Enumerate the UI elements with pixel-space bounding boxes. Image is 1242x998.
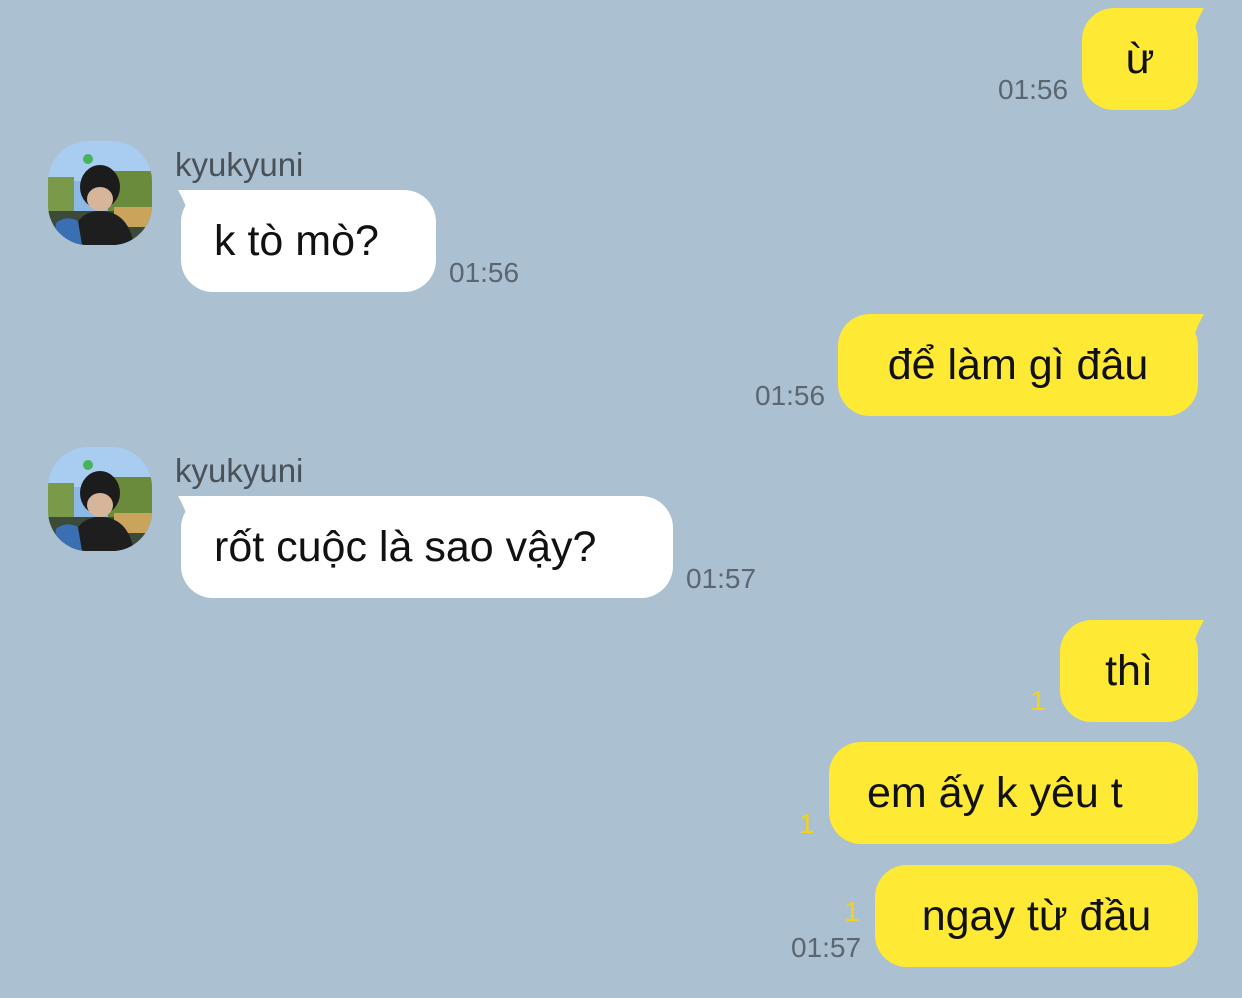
message-timestamp: 01:57	[686, 563, 757, 594]
message-bubble[interactable]: rốt cuộc là sao vậy?	[181, 496, 673, 598]
unread-count: 1	[1030, 685, 1046, 716]
message-timestamp: 01:57	[791, 932, 862, 963]
message-bubble[interactable]: ngay từ đầu	[875, 865, 1198, 967]
sender-name: kyukyuni	[175, 452, 304, 489]
message-timestamp: 01:56	[755, 380, 826, 411]
message-bubble[interactable]: ừ	[1082, 8, 1198, 110]
unread-count: 1	[844, 896, 860, 927]
avatar[interactable]	[48, 447, 152, 551]
chat-message-area[interactable]: ừ 01:56 kyukyuni k tò mò? 01:56 để làm g…	[0, 0, 1242, 998]
sender-name: kyukyuni	[175, 146, 304, 183]
avatar[interactable]	[48, 141, 152, 245]
message-timestamp: 01:56	[998, 74, 1069, 105]
message-timestamp: 01:56	[449, 257, 520, 288]
message-bubble[interactable]: thì	[1060, 620, 1198, 722]
message-bubble[interactable]: để làm gì đâu	[838, 314, 1198, 416]
message-bubble[interactable]: em ấy k yêu t	[829, 742, 1198, 844]
profile-photo-icon	[48, 141, 152, 245]
message-bubble[interactable]: k tò mò?	[181, 190, 436, 292]
profile-photo-icon	[48, 447, 152, 551]
unread-count: 1	[799, 808, 815, 839]
